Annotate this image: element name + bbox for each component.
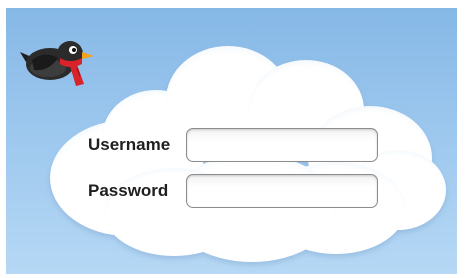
password-input[interactable] bbox=[186, 174, 378, 208]
password-label: Password bbox=[88, 181, 169, 200]
bird-with-red-scarf-icon bbox=[20, 41, 94, 86]
username-input[interactable] bbox=[186, 128, 378, 162]
username-label: Username bbox=[88, 135, 171, 154]
login-panel: Username Password bbox=[6, 8, 457, 274]
password-row: Password bbox=[88, 174, 378, 208]
username-row: Username bbox=[88, 128, 378, 162]
